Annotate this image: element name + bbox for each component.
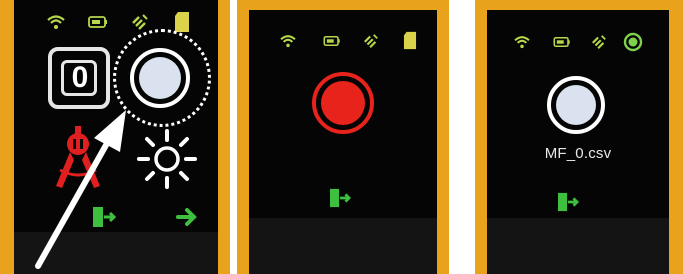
screen-bezel (249, 218, 437, 274)
device-panel-2 (237, 0, 449, 274)
device-screen-2 (249, 10, 437, 274)
wifi-icon (280, 35, 296, 48)
record-button-fill (556, 85, 596, 125)
wifi-icon (47, 15, 65, 29)
sd-card-icon (175, 12, 189, 32)
exit-icon[interactable] (557, 192, 579, 212)
satellite-icon (132, 14, 148, 30)
counter-box[interactable]: 0 (48, 47, 110, 109)
device-screen-3: MF_0.csv (487, 10, 669, 274)
wifi-icon (514, 36, 530, 49)
next-arrow-icon[interactable] (176, 208, 198, 226)
pointer-arrow-icon (35, 110, 126, 269)
record-button[interactable] (547, 76, 605, 134)
counter-value: 0 (71, 61, 89, 94)
recording-indicator-icon (623, 32, 643, 52)
device-panel-1: 0 (0, 0, 230, 274)
battery-icon (88, 16, 107, 28)
satellite-icon (592, 35, 606, 49)
file-name-label: MF_0.csv (544, 145, 612, 162)
screen-bezel (487, 218, 669, 274)
battery-icon (323, 35, 340, 47)
record-button[interactable] (312, 72, 374, 134)
satellite-icon (364, 34, 378, 48)
device-panel-3: MF_0.csv (475, 0, 683, 274)
sd-card-icon (403, 31, 417, 50)
brightness-icon[interactable] (136, 128, 198, 190)
exit-icon[interactable] (329, 188, 351, 208)
record-button[interactable] (130, 48, 190, 108)
record-button-fill (139, 57, 181, 99)
battery-icon (553, 36, 570, 48)
record-button-fill (321, 81, 365, 125)
